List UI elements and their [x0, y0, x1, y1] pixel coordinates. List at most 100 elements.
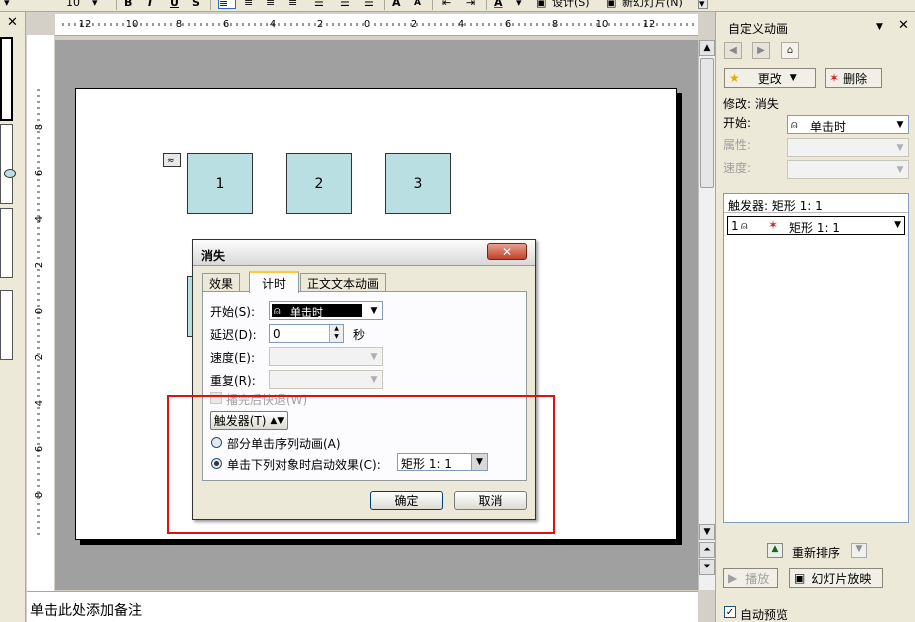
toolbar-separator	[210, 0, 211, 10]
ruler-label: 10	[596, 19, 609, 30]
home-button[interactable]: ⌂	[781, 42, 799, 59]
animation-order-list[interactable]: 触发器: 矩形 1: 1 1 ⍝ ✶ 矩形 1: 1 ▼	[723, 193, 909, 523]
vertical-ruler: 8 6 4 2 0 2 4 6 8	[27, 35, 54, 595]
chevron-down-icon: ▼	[370, 374, 378, 385]
ruler-label: 2	[317, 19, 323, 30]
forward-button[interactable]: ▶	[752, 42, 770, 59]
slide-thumbnail[interactable]	[0, 208, 13, 278]
shape-label: 2	[314, 175, 324, 192]
font-size-value[interactable]: 10	[66, 0, 80, 9]
remove-star-icon: ✶	[829, 71, 840, 85]
change-effect-button[interactable]: ★ 更改 ▼	[724, 68, 816, 88]
speed-select[interactable]: ▼	[787, 160, 909, 179]
horizontal-ruler: 12108642024681012	[55, 14, 698, 36]
start-label: 开始(S):	[210, 305, 256, 319]
slide-thumbnail[interactable]	[0, 37, 13, 121]
decrease-indent-icon[interactable]: ⇤	[442, 0, 451, 9]
delay-value[interactable]: 0	[273, 327, 281, 341]
toolbar-options-icon[interactable]: ▾	[698, 0, 708, 10]
shadow-button[interactable]: S	[192, 0, 200, 9]
spin-down-icon[interactable]: ▼	[329, 333, 343, 342]
bullet-list-icon[interactable]: ☰	[364, 0, 374, 9]
notes-placeholder[interactable]: 单击此处添加备注	[30, 600, 142, 620]
slideshow-button[interactable]: ▣ 幻灯片放映	[789, 568, 883, 588]
dialog-title-bar[interactable]: 消失 ✕	[193, 240, 535, 266]
shape-label: 3	[413, 175, 423, 192]
slide-thumbnail[interactable]	[0, 290, 13, 360]
repeat-select[interactable]: ▼	[269, 370, 383, 389]
animation-list-item[interactable]: 1 ⍝ ✶ 矩形 1: 1 ▼	[727, 216, 905, 235]
scroll-thumb[interactable]	[700, 58, 714, 188]
bullets-icon[interactable]: ☰	[340, 0, 350, 9]
move-up-icon[interactable]: ▲	[767, 543, 783, 558]
animation-marker-icon[interactable]: ≈	[163, 153, 181, 167]
italic-button[interactable]: I	[148, 0, 152, 9]
move-down-icon[interactable]: ▼	[851, 543, 867, 558]
design-icon[interactable]: ▣	[536, 0, 546, 9]
next-slide-button[interactable]: ⏷	[699, 559, 715, 575]
formatting-toolbar: ▾ 10 ▾ B I U S ≡ ≡ ≡ ≡ ☰ ☰ ☰ A A ⇤ ⇥ A ▾…	[0, 0, 915, 12]
speed-select[interactable]: ▼	[269, 347, 383, 366]
autopreview-checkbox[interactable]: ✓	[724, 606, 736, 618]
rectangle-shape-1[interactable]: 1	[187, 153, 253, 214]
tab-text-animation[interactable]: 正文文本动画	[300, 273, 386, 292]
back-button[interactable]: ◀	[724, 42, 742, 59]
font-color-dropdown-icon[interactable]: ▾	[516, 0, 522, 9]
slideshow-icon: ▣	[794, 571, 806, 585]
scroll-down-button[interactable]: ▼	[699, 524, 715, 540]
tab-label: 效果	[208, 276, 233, 291]
new-slide-icon[interactable]: ▣	[606, 0, 616, 9]
thumbnail-shape-icon	[4, 169, 16, 178]
grow-font-button[interactable]: A	[392, 0, 401, 9]
new-slide-button[interactable]: 新幻灯片(N)	[622, 0, 683, 9]
shrink-font-button[interactable]: A	[414, 0, 421, 9]
chevron-down-icon: ▼	[896, 119, 904, 130]
ruler-label: 0	[34, 308, 45, 314]
font-size-combo[interactable]: ▾	[4, 0, 10, 9]
rectangle-shape-2[interactable]: 2	[286, 153, 352, 214]
chevron-down-icon[interactable]: ▼	[894, 220, 901, 230]
scroll-up-button[interactable]: ▲	[699, 40, 715, 56]
reorder-label: 重新排序	[792, 546, 841, 560]
tab-timing[interactable]: 计时	[249, 271, 299, 293]
close-pane-icon[interactable]: ✕	[7, 15, 18, 30]
start-label: 开始:	[723, 116, 752, 130]
bold-button[interactable]: B	[124, 0, 132, 9]
align-center-icon[interactable]: ≡	[244, 0, 253, 9]
notes-pane[interactable]: 单击此处添加备注	[27, 591, 698, 622]
slide-vertical-scrollbar[interactable]: ▲ ▼ ⏶ ⏷	[698, 40, 715, 590]
chevron-down-icon: ▼	[370, 305, 378, 316]
chevron-down-icon[interactable]: ▼	[876, 22, 883, 32]
numbering-icon[interactable]: ☰	[314, 0, 324, 9]
dialog-close-button[interactable]: ✕	[487, 243, 527, 260]
delay-label: 延迟(D):	[210, 328, 257, 342]
slide-thumbnail[interactable]	[0, 124, 16, 204]
justify-icon[interactable]: ≡	[288, 0, 297, 9]
play-button[interactable]: ▶ 播放	[723, 568, 778, 588]
align-right-icon[interactable]: ≡	[266, 0, 275, 9]
delay-spinner[interactable]: 0 ▲ ▼	[269, 324, 344, 343]
tab-effect[interactable]: 效果	[202, 273, 240, 292]
underline-button[interactable]: U	[170, 0, 179, 9]
mouse-icon: ⍝	[741, 219, 748, 232]
font-color-icon[interactable]: A	[494, 0, 503, 9]
custom-animation-task-pane: 自定义动画 ▼ ✕ ◀ ▶ ⌂ ★ 更改 ▼ ✶ 删除 修改: 消失 开始: ⍝…	[715, 12, 915, 622]
modify-label: 修改: 消失	[723, 97, 779, 111]
ruler-label: 6	[505, 19, 511, 30]
rectangle-shape-3[interactable]: 3	[385, 153, 451, 214]
toolbar-separator	[432, 0, 433, 10]
ruler-label: 4	[34, 400, 45, 406]
start-select[interactable]: ⍝ 单击时 ▼	[787, 115, 909, 134]
start-select[interactable]: ⍝ 单击时 ▼	[269, 301, 383, 320]
previous-slide-button[interactable]: ⏶	[699, 542, 715, 558]
design-button[interactable]: 设计(S)	[552, 0, 590, 9]
close-icon[interactable]: ✕	[898, 18, 909, 33]
align-left-icon[interactable]: ≡	[218, 0, 236, 10]
play-label: 播放	[745, 571, 770, 586]
font-size-dropdown-icon[interactable]: ▾	[92, 0, 98, 9]
trigger-header[interactable]: 触发器: 矩形 1: 1	[724, 194, 908, 213]
chevron-down-icon: ▼	[370, 351, 378, 362]
property-select[interactable]: ▼	[787, 138, 909, 157]
increase-indent-icon[interactable]: ⇥	[466, 0, 475, 9]
remove-effect-button[interactable]: ✶ 删除	[825, 68, 882, 88]
